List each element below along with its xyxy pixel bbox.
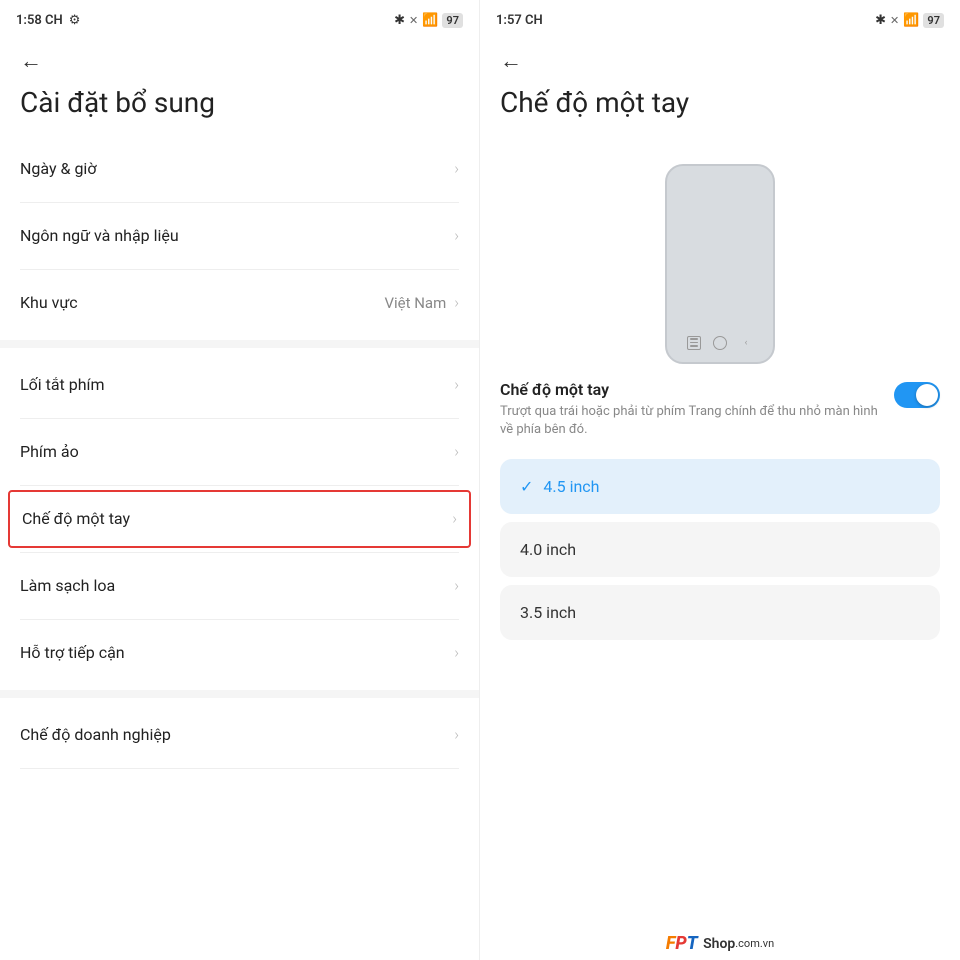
size-option-4.5[interactable]: ✓ 4.5 inch — [500, 459, 940, 514]
size-option-3.5[interactable]: 3.5 inch — [500, 585, 940, 640]
left-page-title: Cài đặt bổ sung — [0, 78, 479, 140]
x-icon: ✕ — [409, 14, 418, 27]
footer-watermark: FPT Shop .com.vn — [480, 925, 960, 960]
right-bluetooth-icon: ✱ — [875, 13, 886, 28]
phone-shape: ‹ — [665, 164, 775, 364]
bluetooth-icon: ✱ — [394, 13, 405, 28]
nav-back-icon: ‹ — [739, 336, 753, 350]
menu-item-accessibility[interactable]: Hỗ trợ tiếp cận › — [0, 624, 479, 682]
onehand-toggle[interactable] — [894, 382, 940, 408]
divider-4 — [20, 485, 459, 486]
divider-5 — [20, 552, 459, 553]
setting-text: Chế độ một tay Trượt qua trái hoặc phải … — [500, 380, 882, 439]
size-options: ✓ 4.5 inch 4.0 inch 3.5 inch — [480, 447, 960, 640]
divider-7 — [20, 768, 459, 769]
menu-item-onehand[interactable]: Chế độ một tay › — [8, 490, 471, 548]
left-battery: 97 — [442, 13, 463, 28]
nav-menu-icon — [687, 336, 701, 350]
divider-1 — [20, 202, 459, 203]
menu-item-datetime[interactable]: Ngày & giờ › — [0, 140, 479, 198]
divider-2 — [20, 269, 459, 270]
left-status-icons: ✱ ✕ 📶 97 — [394, 13, 463, 28]
chevron-cleaner: › — [454, 576, 459, 595]
setting-section: Chế độ một tay Trượt qua trái hoặc phải … — [480, 380, 960, 447]
chevron-region: › — [454, 293, 459, 312]
right-status-icons: ✱ ✕ 📶 97 — [875, 13, 944, 28]
menu-item-enterprise[interactable]: Chế độ doanh nghiệp › — [0, 706, 479, 764]
phone-nav-bar: ‹ — [687, 336, 753, 350]
menu-item-virtualkey[interactable]: Phím ảo › — [0, 423, 479, 481]
watermark-fpt: FPT — [666, 933, 698, 954]
left-back-button[interactable]: ← — [0, 36, 479, 78]
menu-item-cleaner[interactable]: Làm sạch loa › — [0, 557, 479, 615]
thick-divider-2 — [0, 690, 479, 698]
setting-description: Trượt qua trái hoặc phải từ phím Trang c… — [500, 403, 882, 439]
watermark-com: .com.vn — [735, 937, 774, 950]
right-wifi-icon: 📶 — [903, 13, 919, 28]
right-page-title: Chế độ một tay — [480, 78, 960, 140]
chevron-shortcut: › — [454, 375, 459, 394]
size-label-4.5: 4.5 inch — [543, 477, 599, 496]
right-status-bar: 1:57 CH ✱ ✕ 📶 97 — [480, 0, 960, 36]
thick-divider-1 — [0, 340, 479, 348]
left-time: 1:58 CH — [16, 13, 63, 28]
chevron-accessibility: › — [454, 643, 459, 662]
right-battery: 97 — [923, 13, 944, 28]
wifi-icon: 📶 — [422, 13, 438, 28]
check-icon-4.5: ✓ — [520, 477, 533, 496]
chevron-datetime: › — [454, 159, 459, 178]
phone-illustration: ‹ — [480, 140, 960, 380]
size-label-4.0: 4.0 inch — [520, 540, 576, 559]
right-time: 1:57 CH — [496, 13, 543, 28]
size-label-3.5: 3.5 inch — [520, 603, 576, 622]
setting-title: Chế độ một tay — [500, 380, 882, 399]
watermark-shop: Shop — [700, 936, 736, 952]
size-option-4.0[interactable]: 4.0 inch — [500, 522, 940, 577]
right-x-icon: ✕ — [890, 14, 899, 27]
menu-item-region[interactable]: Khu vực Việt Nam › — [0, 274, 479, 332]
right-back-button[interactable]: ← — [480, 36, 960, 78]
toggle-knob — [916, 384, 938, 406]
divider-3 — [20, 418, 459, 419]
divider-6 — [20, 619, 459, 620]
menu-item-language[interactable]: Ngôn ngữ và nhập liệu › — [0, 207, 479, 265]
chevron-virtualkey: › — [454, 442, 459, 461]
left-panel: 1:58 CH ⚙ ✱ ✕ 📶 97 ← Cài đặt bổ sung Ngà… — [0, 0, 480, 960]
chevron-onehand: › — [452, 509, 457, 528]
menu-item-shortcut[interactable]: Lối tắt phím › — [0, 356, 479, 414]
chevron-enterprise: › — [454, 725, 459, 744]
left-status-bar: 1:58 CH ⚙ ✱ ✕ 📶 97 — [0, 0, 479, 36]
right-panel: 1:57 CH ✱ ✕ 📶 97 ← Chế độ một tay ‹ — [480, 0, 960, 960]
left-menu-list: Ngày & giờ › Ngôn ngữ và nhập liệu › Khu… — [0, 140, 479, 960]
chevron-language: › — [454, 226, 459, 245]
setting-row: Chế độ một tay Trượt qua trái hoặc phải … — [500, 380, 940, 439]
settings-icon: ⚙ — [69, 13, 81, 28]
nav-home-icon — [713, 336, 727, 350]
